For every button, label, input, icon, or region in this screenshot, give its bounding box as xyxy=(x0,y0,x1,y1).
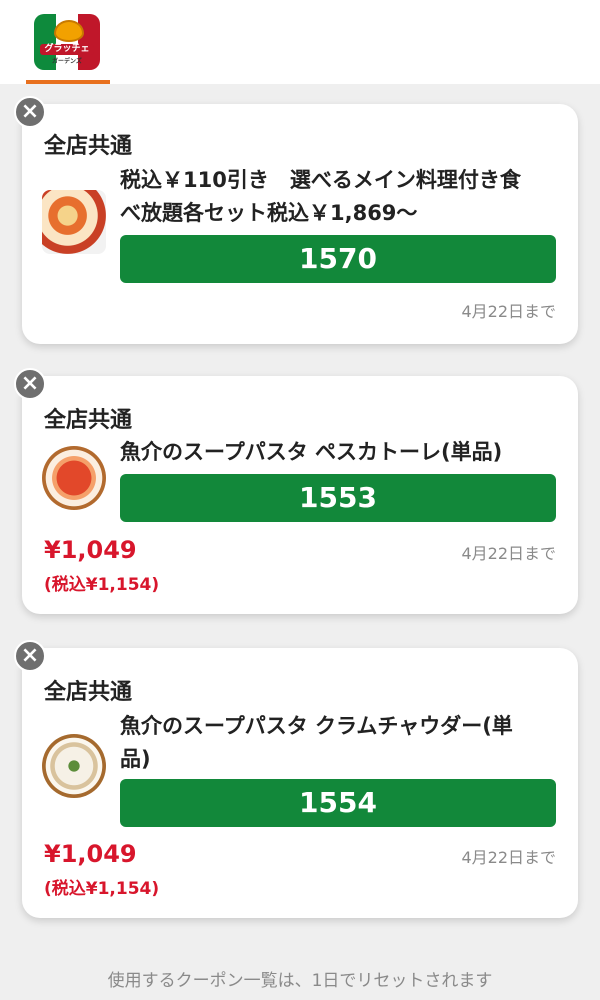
coupon-image xyxy=(42,446,106,510)
coupon-price: ¥1,049 xyxy=(44,840,137,868)
active-tab-indicator xyxy=(26,80,110,84)
coupon-title: 魚介のスープパスタ ペスカトーレ(単品) xyxy=(120,440,503,464)
logo-brand-text: グラッチェ xyxy=(40,44,94,55)
coupon-image xyxy=(42,190,106,254)
app-header: グラッチェ ガーデンズ xyxy=(0,0,600,84)
coupon-title: 魚介のスープパスタ クラムチャウダー(単品) xyxy=(120,714,513,771)
coupon-expiry: 4月22日まで xyxy=(461,302,556,321)
close-icon[interactable]: × xyxy=(14,368,46,400)
coupon-scope: 全店共通 xyxy=(44,408,133,433)
coupon-code-button[interactable]: 1554 xyxy=(120,779,556,827)
coupon-tax-price: (税込¥1,154) xyxy=(44,879,160,899)
coupon-tax-price: (税込¥1,154) xyxy=(44,575,160,595)
coupon-scope: 全店共通 xyxy=(44,680,133,705)
reset-note: 使用するクーポン一覧は、1日でリセットされます xyxy=(107,971,493,991)
coupon-image xyxy=(42,734,106,798)
coupon-title: 税込￥110引き 選べるメイン料理付き食べ放題各セット税込￥1,869〜 xyxy=(120,168,521,225)
logo-mark-icon xyxy=(54,20,84,42)
coupon-price: ¥1,049 xyxy=(44,536,137,564)
coupon-card: 全店共通 税込￥110引き 選べるメイン料理付き食べ放題各セット税込￥1,869… xyxy=(22,104,578,344)
coupon-expiry: 4月22日まで xyxy=(461,544,556,563)
coupon-card: 全店共通 魚介のスープパスタ ペスカトーレ(単品) 1553 ¥1,049 (税… xyxy=(22,376,578,614)
coupon-card: 全店共通 魚介のスープパスタ クラムチャウダー(単品) 1554 ¥1,049 … xyxy=(22,648,578,918)
coupon-code-button[interactable]: 1553 xyxy=(120,474,556,522)
logo-sub-text: ガーデンズ xyxy=(52,58,82,65)
brand-logo[interactable]: グラッチェ ガーデンズ xyxy=(34,14,100,70)
close-icon[interactable]: × xyxy=(14,96,46,128)
coupon-code-button[interactable]: 1570 xyxy=(120,235,556,283)
coupon-expiry: 4月22日まで xyxy=(461,848,556,867)
close-icon[interactable]: × xyxy=(14,640,46,672)
coupon-scope: 全店共通 xyxy=(44,134,133,159)
